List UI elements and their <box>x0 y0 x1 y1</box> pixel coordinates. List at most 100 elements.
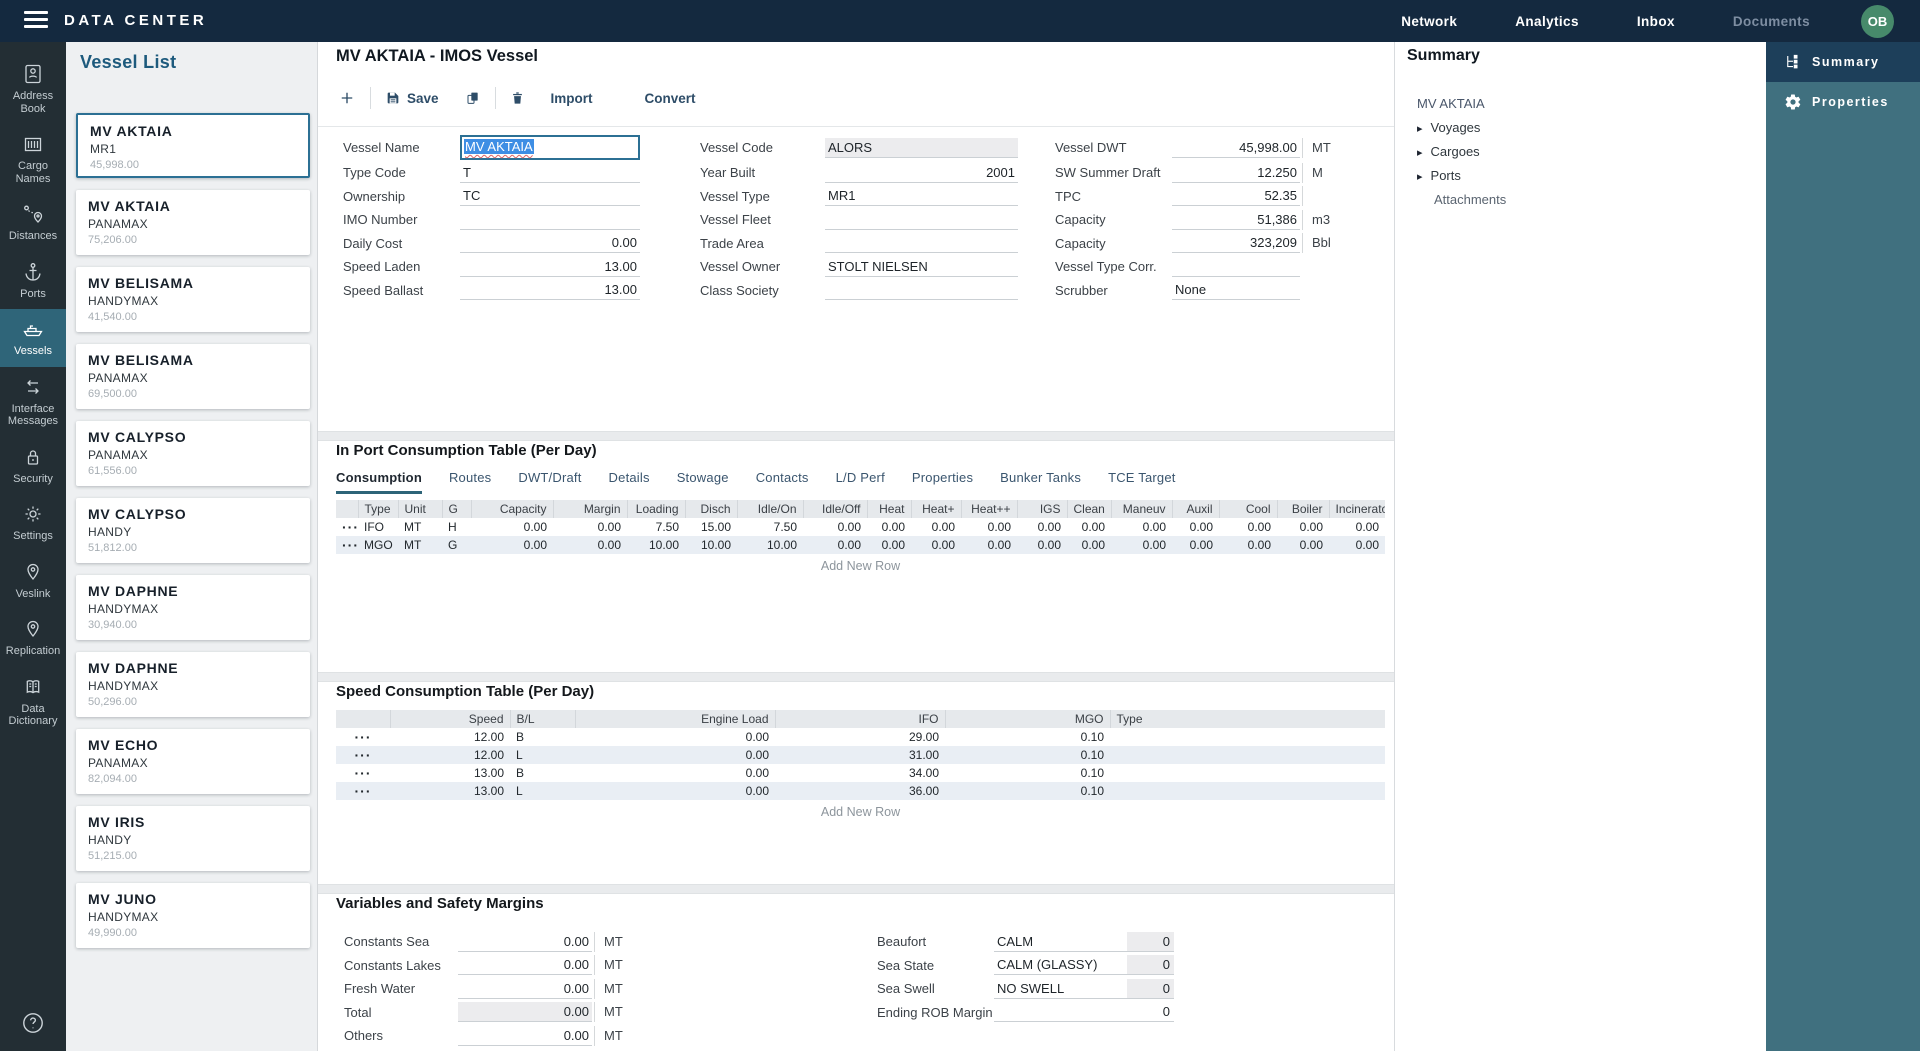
tree-item-cargoes[interactable]: Cargoes <box>1417 140 1506 164</box>
tab-routes[interactable]: Routes <box>449 470 491 494</box>
ownership-field[interactable]: TC <box>460 186 640 206</box>
row-menu-icon[interactable] <box>336 536 358 554</box>
sea-swell-select[interactable]: NO SWELL <box>994 979 1127 999</box>
tree-item-voyages[interactable]: Voyages <box>1417 116 1506 140</box>
tab-contacts[interactable]: Contacts <box>756 470 809 494</box>
vessel-card[interactable]: MV JUNO HANDYMAX 49,990.00 <box>76 883 310 948</box>
table-row[interactable]: IFOMT H0.00 0.007.50 15.007.50 0.000.00 … <box>336 518 1385 536</box>
capacity-bbl-field[interactable]: 323,209 <box>1172 233 1300 253</box>
vessel-name-input[interactable]: MV AKTAIA <box>460 135 640 160</box>
save-button[interactable]: Save <box>385 90 439 106</box>
fresh-water-field[interactable]: 0.00 <box>458 979 592 999</box>
tpc-field[interactable]: 52.35 <box>1172 186 1300 206</box>
tree-item-attachments[interactable]: Attachments <box>1417 188 1506 212</box>
table-row[interactable]: 13.00B 0.0034.00 0.10 <box>336 764 1385 782</box>
vessel-fleet-field[interactable] <box>825 210 1018 230</box>
sidebar-item-settings[interactable]: Settings <box>0 494 66 552</box>
tab-properties[interactable]: Properties <box>912 470 973 494</box>
tab-details[interactable]: Details <box>609 470 650 494</box>
sidebar-item-vessels[interactable]: Vessels <box>0 309 66 367</box>
tab-tce-target[interactable]: TCE Target <box>1108 470 1176 494</box>
vessel-card[interactable]: MV DAPHNE HANDYMAX 30,940.00 <box>76 575 310 640</box>
vessel-dwt-field[interactable]: 45,998.00 <box>1172 138 1300 158</box>
tree-item-ports[interactable]: Ports <box>1417 164 1506 188</box>
row-menu-icon[interactable] <box>336 782 390 800</box>
nav-inbox[interactable]: Inbox <box>1637 14 1675 29</box>
sidebar-item-address-book[interactable]: Address Book <box>0 54 66 124</box>
vessel-card[interactable]: MV IRIS HANDY 51,215.00 <box>76 806 310 871</box>
sw-summer-draft-field[interactable]: 12.250 <box>1172 163 1300 183</box>
sidebar-item-security[interactable]: Security <box>0 437 66 495</box>
speed-laden-field[interactable]: 13.00 <box>460 257 640 277</box>
sidebar-item-interface-messages[interactable]: Interface Messages <box>0 367 66 437</box>
vessel-card[interactable]: MV DAPHNE HANDYMAX 50,296.00 <box>76 652 310 717</box>
tree-vessel[interactable]: MV AKTAIA <box>1417 92 1506 116</box>
row-menu-icon[interactable] <box>336 518 358 536</box>
others-field[interactable]: 0.00 <box>458 1026 592 1046</box>
sea-state-value[interactable]: 0 <box>1127 955 1174 975</box>
ending-rob-margin-value[interactable]: 0 <box>1127 1002 1174 1022</box>
vessel-code-field[interactable]: ALORS <box>825 138 1018 158</box>
convert-button[interactable]: Convert <box>645 91 696 106</box>
scrubber-field[interactable]: None <box>1172 280 1300 300</box>
table-row[interactable]: 12.00L 0.0031.00 0.10 <box>336 746 1385 764</box>
import-button[interactable]: Import <box>551 91 593 106</box>
speed-ballast-field[interactable]: 13.00 <box>460 280 640 300</box>
vessel-card[interactable]: MV CALYPSO PANAMAX 61,556.00 <box>76 421 310 486</box>
vessel-card[interactable]: MV BELISAMA HANDYMAX 41,540.00 <box>76 267 310 332</box>
sidebar-item-veslink[interactable]: Veslink <box>0 552 66 610</box>
vessel-owner-field[interactable]: STOLT NIELSEN <box>825 257 1018 277</box>
nav-documents[interactable]: Documents <box>1733 14 1810 29</box>
vessel-type-corr-field[interactable] <box>1172 257 1300 277</box>
delete-button[interactable] <box>510 90 525 106</box>
sidebar-item-cargo-names[interactable]: Cargo Names <box>0 124 66 194</box>
help-button[interactable] <box>0 1010 66 1041</box>
sidebar-item-replication[interactable]: Replication <box>0 609 66 667</box>
year-built-field[interactable]: 2001 <box>825 163 1018 183</box>
nav-network[interactable]: Network <box>1401 14 1457 29</box>
vessel-card[interactable]: MV AKTAIA MR1 45,998.00 <box>76 113 310 178</box>
vessel-card[interactable]: MV AKTAIA PANAMAX 75,206.00 <box>76 190 310 255</box>
sidebar-item-distances[interactable]: Distances <box>0 194 66 252</box>
beaufort-select[interactable]: CALM <box>994 932 1127 952</box>
table-row[interactable]: 12.00B 0.0029.00 0.10 <box>336 728 1385 746</box>
field-label: Year Built <box>700 165 825 180</box>
class-society-field[interactable] <box>825 280 1018 300</box>
nav-analytics[interactable]: Analytics <box>1515 14 1579 29</box>
capacity-m3-field[interactable]: 51,386 <box>1172 210 1300 230</box>
row-menu-icon[interactable] <box>336 728 390 746</box>
tab-consumption[interactable]: Consumption <box>336 470 422 494</box>
avatar[interactable]: OB <box>1861 5 1894 38</box>
table-row[interactable]: MGOMT G0.00 0.0010.00 10.0010.00 0.000.0… <box>336 536 1385 554</box>
add-new-row-button[interactable]: Add New Row <box>336 559 1385 573</box>
rail-properties-button[interactable]: Properties <box>1766 82 1920 122</box>
sidebar-item-ports[interactable]: Ports <box>0 252 66 310</box>
tab-stowage[interactable]: Stowage <box>677 470 729 494</box>
row-menu-icon[interactable] <box>336 746 390 764</box>
menu-icon[interactable] <box>24 11 48 31</box>
imo-number-field[interactable] <box>460 210 640 230</box>
add-button[interactable] <box>338 89 356 107</box>
rail-summary-button[interactable]: Summary <box>1766 42 1920 82</box>
row-menu-icon[interactable] <box>336 764 390 782</box>
vessel-card[interactable]: MV ECHO PANAMAX 82,094.00 <box>76 729 310 794</box>
sea-state-select[interactable]: CALM (GLASSY) <box>994 955 1127 975</box>
type-code-field[interactable]: T <box>460 163 640 183</box>
tab-ld-perf[interactable]: L/D Perf <box>836 470 885 494</box>
table-row[interactable]: 13.00L 0.0036.00 0.10 <box>336 782 1385 800</box>
beaufort-value[interactable]: 0 <box>1127 932 1174 952</box>
trade-area-field[interactable] <box>825 233 1018 253</box>
sea-swell-value[interactable]: 0 <box>1127 979 1174 999</box>
constants-lakes-field[interactable]: 0.00 <box>458 955 592 975</box>
daily-cost-field[interactable]: 0.00 <box>460 233 640 253</box>
constants-sea-field[interactable]: 0.00 <box>458 932 592 952</box>
ending-rob-margin-field[interactable] <box>994 1002 1127 1022</box>
vessel-card[interactable]: MV BELISAMA PANAMAX 69,500.00 <box>76 344 310 409</box>
vessel-card[interactable]: MV CALYPSO HANDY 51,812.00 <box>76 498 310 563</box>
sidebar-item-data-dictionary[interactable]: Data Dictionary <box>0 667 66 737</box>
tab-dwt-draft[interactable]: DWT/Draft <box>518 470 581 494</box>
copy-button[interactable] <box>465 90 481 106</box>
tab-bunker-tanks[interactable]: Bunker Tanks <box>1000 470 1081 494</box>
vessel-type-field[interactable]: MR1 <box>825 186 1018 206</box>
add-new-row-button[interactable]: Add New Row <box>336 805 1385 819</box>
